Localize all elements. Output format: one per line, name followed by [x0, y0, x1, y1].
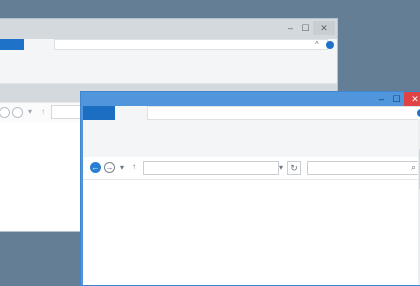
back-caption-buttons: – ☐ ✕ [283, 21, 335, 35]
back-close-button[interactable]: ✕ [313, 21, 335, 35]
back-address-input[interactable] [51, 105, 81, 119]
back-minimize-button[interactable]: – [283, 21, 298, 35]
search-input[interactable] [307, 161, 420, 175]
front-minimize-button[interactable]: – [374, 92, 389, 106]
recent-locations-chevron-icon[interactable]: ▾ [120, 163, 124, 173]
back-ribbon: ^ [0, 39, 337, 84]
back-nav-back-icon[interactable] [0, 107, 10, 118]
front-address-row: ← → ▾ ↑ ▾ ↻ ⌕ [83, 157, 420, 180]
up-arrow-icon[interactable]: ↑ [132, 162, 136, 172]
front-ribbon-bar [147, 106, 420, 120]
front-explorer-window[interactable]: – ☐ ✕ ← → ▾ ↑ ▾ ↻ ⌕ [80, 91, 420, 286]
nav-back-icon[interactable]: ← [90, 162, 101, 173]
address-dropdown-icon[interactable]: ▾ [279, 163, 283, 173]
nav-forward-icon[interactable]: → [104, 162, 115, 173]
back-recent-chevron-icon[interactable]: ▾ [28, 107, 32, 117]
front-maximize-button[interactable]: ☐ [389, 92, 404, 106]
refresh-button[interactable]: ↻ [287, 161, 301, 175]
back-maximize-button[interactable]: ☐ [298, 21, 313, 35]
front-close-button[interactable]: ✕ [404, 92, 420, 106]
back-nav-forward-icon[interactable] [12, 107, 23, 118]
front-file-tab[interactable] [83, 106, 115, 120]
front-ribbon [83, 106, 420, 157]
back-ribbon-collapse-button[interactable]: ^ [315, 40, 319, 50]
front-content-pane[interactable] [83, 180, 420, 285]
front-caption-buttons: – ☐ ✕ [374, 92, 420, 106]
address-bar-input[interactable] [143, 161, 279, 175]
back-help-icon[interactable] [326, 41, 334, 49]
back-up-arrow-icon[interactable]: ↑ [41, 107, 45, 117]
back-ribbon-bar [54, 39, 328, 50]
search-icon[interactable]: ⌕ [411, 162, 416, 172]
back-file-tab[interactable] [0, 39, 24, 50]
